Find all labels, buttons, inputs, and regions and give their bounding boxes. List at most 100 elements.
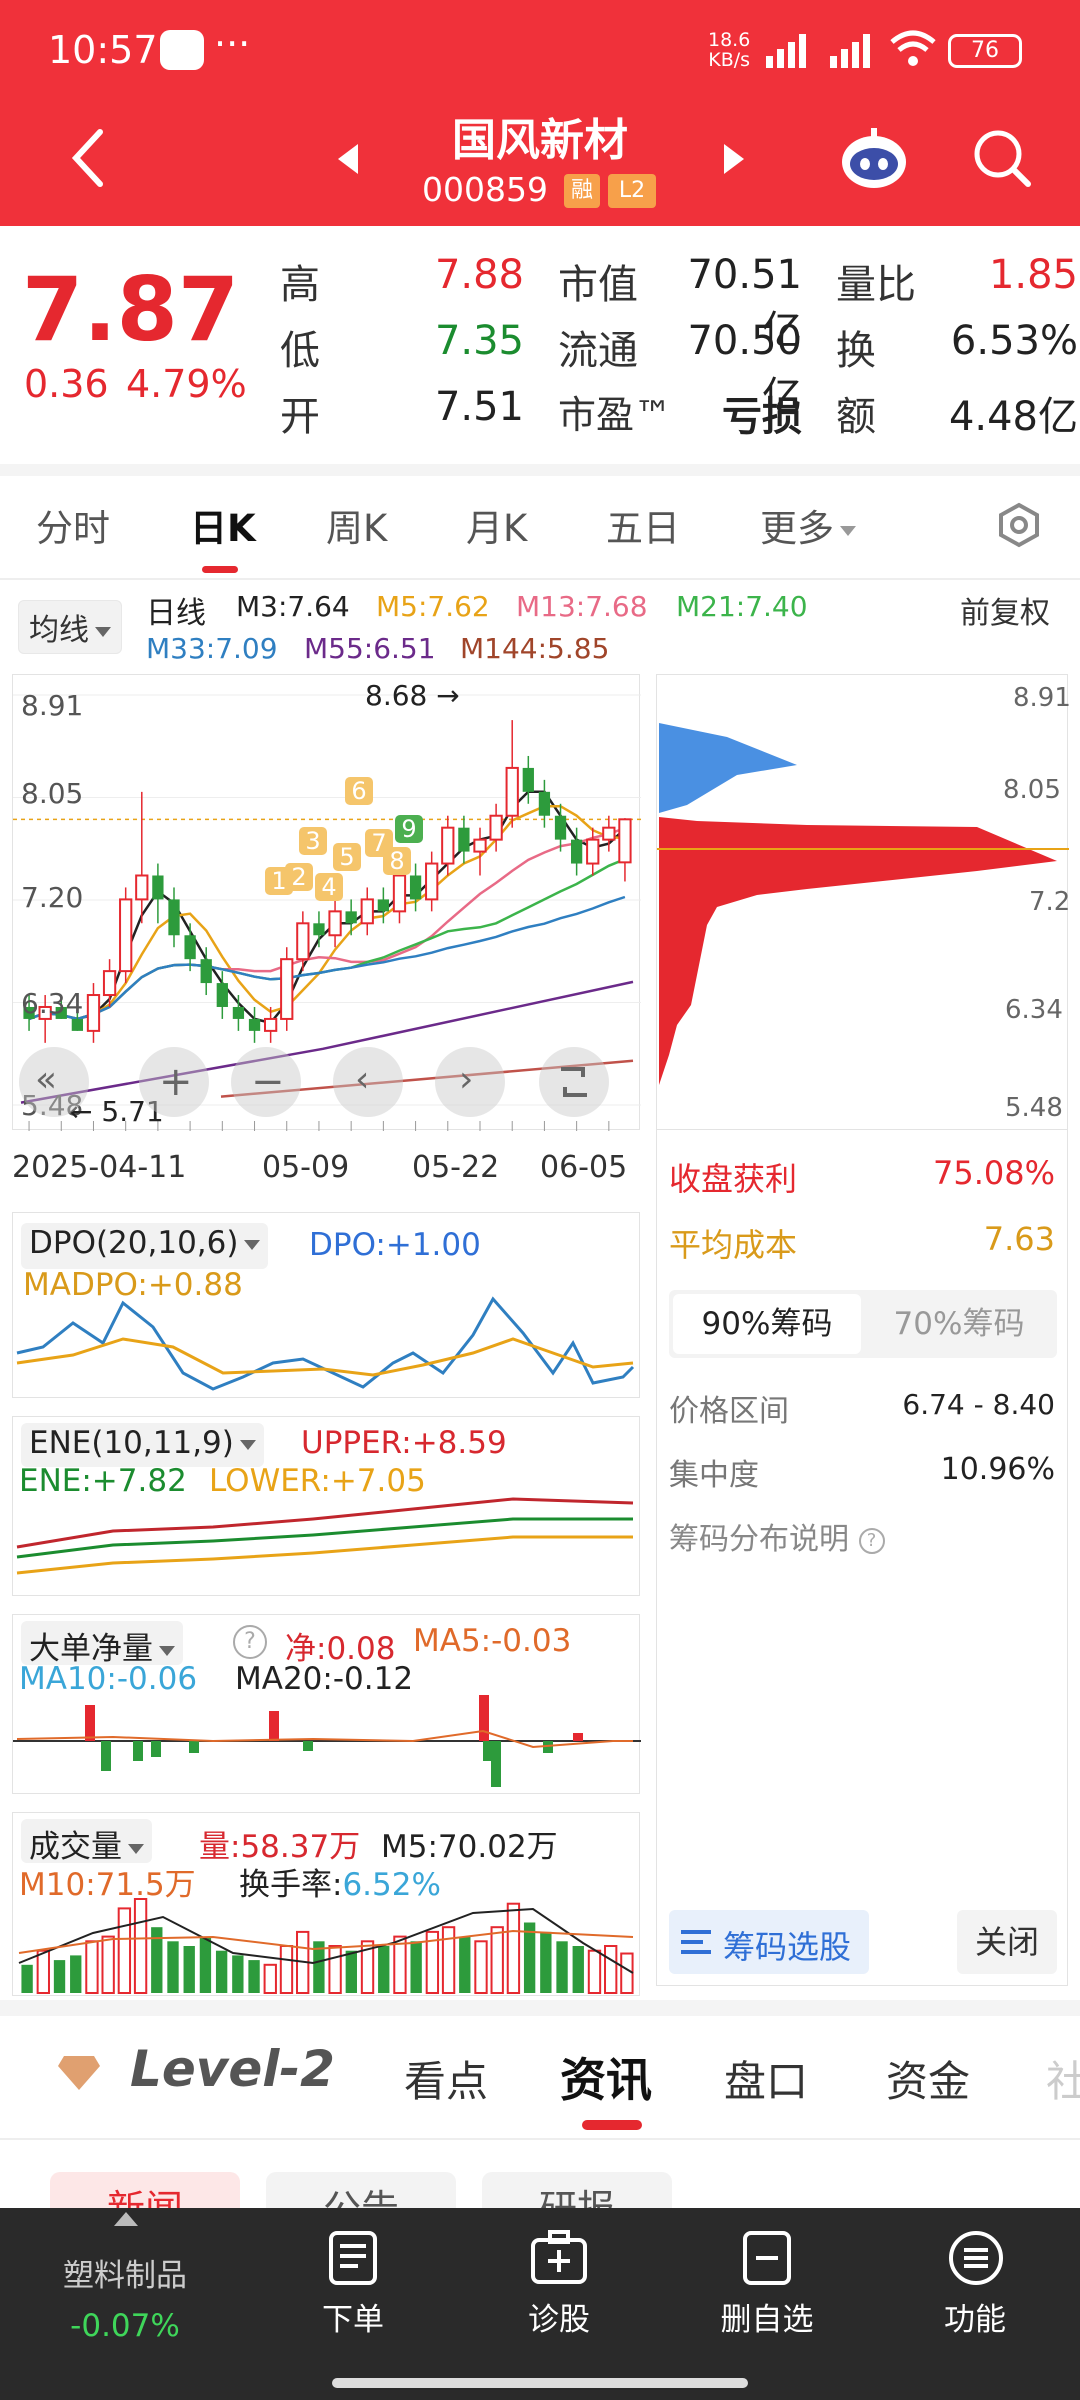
stock-code: 000859 xyxy=(422,170,548,209)
remove-favorite-button[interactable]: 删自选 xyxy=(704,2294,830,2339)
ma-selector[interactable]: 均线 xyxy=(18,600,122,654)
ma-kind: 日线 xyxy=(146,596,206,631)
back-icon[interactable] xyxy=(68,128,108,188)
candle-body xyxy=(538,791,551,816)
tab-daily-k[interactable]: 日K xyxy=(190,498,256,552)
chip-y-label: 5.48 xyxy=(1005,1093,1063,1123)
profit-label: 收盘获利 xyxy=(669,1160,798,1198)
search-icon[interactable] xyxy=(970,126,1034,190)
subtab-notice[interactable]: 公告 xyxy=(266,2172,456,2208)
candle-body xyxy=(377,899,390,912)
chip-pick-button[interactable]: 筹码选股 xyxy=(669,1910,869,1974)
chip-distribution-chart[interactable]: 8.91 8.05 7.2 6.34 5.48 xyxy=(656,674,1071,1130)
network-speed-unit: KB/s xyxy=(708,49,751,71)
signal-bubble[interactable]: 3 xyxy=(299,827,327,855)
amount-value: 4.48亿 xyxy=(948,394,1078,440)
volume-panel[interactable]: 成交量 量:58.37万 M5:70.02万 M10:71.5万 换手率:6.5… xyxy=(12,1812,640,1996)
volume-bar xyxy=(263,1963,277,1995)
date-axis-label: 06-05 xyxy=(540,1150,628,1185)
tab-level2[interactable]: Level-2 xyxy=(130,2040,335,2098)
candle-body xyxy=(102,970,117,997)
avg-cost-value: 7.63 xyxy=(983,1220,1055,1258)
kline-chart[interactable]: 8.91 8.05 7.20 6.34 5.48 8.68 → ← 5.71 1… xyxy=(12,674,641,1131)
ene-panel[interactable]: ENE(10,11,9) UPPER:+8.59 ENE:+7.82 LOWER… xyxy=(12,1416,640,1596)
tab-monthly-k[interactable]: 月K xyxy=(466,498,527,552)
volume-bar xyxy=(36,1949,50,1994)
concentration-label: 集中度 xyxy=(669,1458,759,1493)
candle-body xyxy=(522,767,534,792)
tab-news-info[interactable]: 资讯 xyxy=(560,2044,652,2110)
order-button[interactable]: 下单 xyxy=(290,2294,416,2339)
plus-icon: + xyxy=(159,1059,193,1105)
zoom-in-button[interactable]: + xyxy=(139,1047,209,1117)
chip-range-tabs: 90%筹码 70%筹码 xyxy=(669,1290,1057,1358)
help-icon[interactable]: ? xyxy=(233,1625,267,1659)
tab-intraday[interactable]: 分时 xyxy=(36,498,110,552)
price-range-value: 6.74 - 8.40 xyxy=(902,1388,1055,1421)
adjust-mode[interactable]: 前复权 xyxy=(960,588,1050,632)
status-more: ··· xyxy=(214,22,251,66)
dpo-value: DPO:+1.00 xyxy=(309,1227,481,1263)
rewind-button[interactable]: « xyxy=(19,1047,89,1117)
tab-five-day[interactable]: 五日 xyxy=(606,498,680,552)
scroll-right-button[interactable]: › xyxy=(435,1047,505,1117)
chip-y-label: 8.05 xyxy=(1003,775,1061,805)
list-icon xyxy=(681,1930,711,1954)
candle-body xyxy=(86,994,101,1032)
chevron-right-icon: › xyxy=(459,1059,474,1100)
tab-capital-flow[interactable]: 资金 xyxy=(886,2048,970,2109)
signal-bubble[interactable]: 8 xyxy=(383,847,411,875)
scroll-left-button[interactable]: ‹ xyxy=(333,1047,403,1117)
ma-line xyxy=(28,790,626,1025)
settings-hexagon-icon[interactable] xyxy=(996,502,1042,548)
signal-bubble[interactable]: 6 xyxy=(345,777,373,805)
candle-body xyxy=(328,910,342,937)
close-chip-button[interactable]: 关闭 xyxy=(957,1910,1057,1974)
y-label-3: 7.20 xyxy=(21,881,84,914)
ma-m21: M21:7.40 xyxy=(676,590,808,623)
remove-favorite-icon xyxy=(743,2231,791,2285)
tab-more[interactable]: 更多 xyxy=(760,498,856,552)
signal-bubble[interactable]: 2 xyxy=(285,863,313,891)
ene-selector[interactable]: ENE(10,11,9) xyxy=(21,1423,264,1467)
dpo-panel[interactable]: DPO(20,10,6) DPO:+1.00 MADPO:+0.88 xyxy=(12,1212,640,1398)
tab-weekly-k[interactable]: 周K xyxy=(326,498,387,552)
zoom-out-button[interactable]: − xyxy=(231,1047,301,1117)
ene-lower: LOWER:+7.05 xyxy=(209,1463,426,1499)
big-order-panel[interactable]: 大单净量 ? 净:0.08 MA5:-0.03 MA10:-0.06 MA20:… xyxy=(12,1614,641,1794)
candle-body xyxy=(441,826,455,865)
robot-assistant-icon[interactable] xyxy=(838,122,910,194)
tab-order-book[interactable]: 盘口 xyxy=(724,2048,808,2109)
function-button[interactable]: 功能 xyxy=(912,2294,1038,2339)
subtab-news[interactable]: 新闻 xyxy=(50,2172,240,2208)
tab-chip-90[interactable]: 90%筹码 xyxy=(673,1294,861,1354)
next-stock-icon[interactable] xyxy=(722,142,746,176)
prev-stock-icon[interactable] xyxy=(336,142,360,176)
chip-pick-label: 筹码选股 xyxy=(723,1928,852,1966)
subtab-report[interactable]: 研报 xyxy=(482,2172,672,2208)
big-order-selector[interactable]: 大单净量 xyxy=(21,1621,183,1667)
chip-y-label: 8.91 xyxy=(1013,683,1071,713)
tab-highlights[interactable]: 看点 xyxy=(404,2048,488,2109)
fullscreen-button[interactable] xyxy=(539,1047,609,1117)
ma-line xyxy=(28,826,626,1021)
signal-bubble[interactable]: 5 xyxy=(333,843,361,871)
chip-distribution-svg xyxy=(657,723,1069,1085)
chip-explain-link[interactable]: 筹码分布说明 ? xyxy=(669,1514,885,1558)
volume-bar xyxy=(215,1950,228,1993)
high-label: 高 xyxy=(280,262,320,308)
signal-bubble[interactable]: 9 xyxy=(395,815,423,843)
open-value: 7.51 xyxy=(434,384,524,430)
tab-community-partial[interactable]: 社 xyxy=(1046,2048,1080,2109)
signal-bubble[interactable]: 4 xyxy=(315,873,343,901)
home-indicator[interactable] xyxy=(332,2378,748,2388)
sector-name[interactable]: 塑料制品 xyxy=(40,2250,210,2295)
dpo-selector[interactable]: DPO(20,10,6) xyxy=(21,1223,269,1269)
price-change-pct: 4.79% xyxy=(126,362,247,406)
big-order-ma20: MA20:-0.12 xyxy=(235,1661,414,1697)
tab-chip-70[interactable]: 70%筹码 xyxy=(865,1294,1053,1354)
status-bar: 10:57 ··· 18.6 KB/s 76 xyxy=(0,0,1080,100)
price-range-label: 价格区间 xyxy=(669,1394,789,1429)
diagnose-button[interactable]: 诊股 xyxy=(496,2294,622,2339)
chip-y-label: 6.34 xyxy=(1005,995,1063,1025)
